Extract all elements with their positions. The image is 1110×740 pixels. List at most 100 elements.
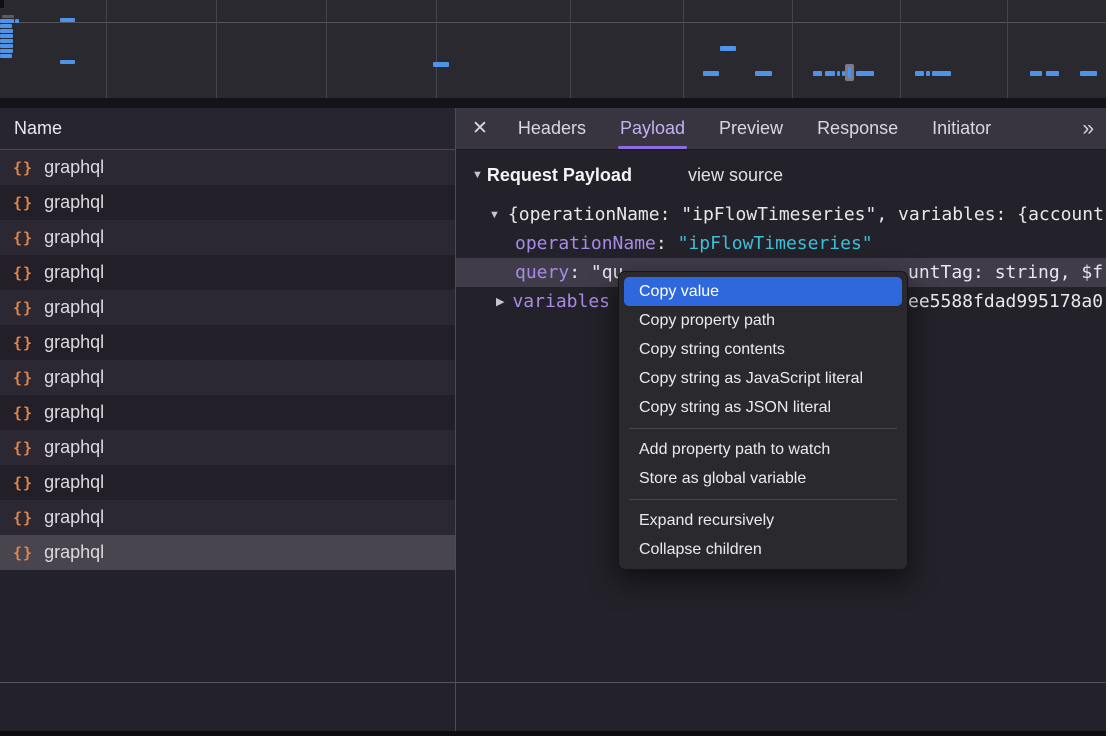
json-icon: {}	[13, 369, 33, 387]
menu-item-copy-string-contents[interactable]: Copy string contents	[624, 335, 902, 364]
json-icon: {}	[13, 194, 33, 212]
timeline-request-bar	[932, 71, 951, 76]
overview-timeline[interactable]	[0, 0, 1106, 98]
timeline-request-bar	[755, 71, 772, 76]
network-panel-body: Name {}graphql{}graphql{}graphql{}graphq…	[0, 108, 1106, 731]
menu-item-copy-string-as-json-literal[interactable]: Copy string as JSON literal	[624, 393, 902, 422]
json-icon: {}	[13, 229, 33, 247]
menu-separator	[629, 428, 897, 429]
request-row[interactable]: {} graphql	[0, 220, 455, 255]
timeline-request-bar	[0, 19, 14, 23]
payload-text: operationName	[515, 233, 656, 254]
timeline-gridline	[436, 0, 437, 98]
timeline-request-bar	[915, 71, 924, 76]
payload-text: :	[656, 233, 678, 254]
collapse-triangle-icon[interactable]: ▼	[472, 169, 483, 181]
timeline-request-bar	[813, 71, 822, 76]
tab-headers[interactable]: Headers	[518, 108, 586, 149]
payload-text: {operationName: "ipFlowTimeseries", vari…	[508, 204, 1104, 225]
menu-item-add-property-path-to-watch[interactable]: Add property path to watch	[624, 435, 902, 464]
menu-item-copy-property-path[interactable]: Copy property path	[624, 306, 902, 335]
timeline-gridline	[570, 0, 571, 98]
request-row[interactable]: {} graphql	[0, 360, 455, 395]
payload-tree-row[interactable]: ▼ {operationName: "ipFlowTimeseries", var…	[456, 200, 1106, 229]
request-row[interactable]: {} graphql	[0, 465, 455, 500]
request-name: graphql	[44, 437, 104, 458]
name-column-label: Name	[14, 118, 62, 139]
request-name: graphql	[44, 472, 104, 493]
request-row[interactable]: {}graphql	[0, 430, 455, 465]
context-menu: Copy valueCopy property pathCopy string …	[618, 271, 908, 570]
request-name: graphql	[44, 367, 104, 388]
timeline-request-bar	[2, 15, 14, 18]
menu-item-store-as-global-variable[interactable]: Store as global variable	[624, 464, 902, 493]
summary-divider	[0, 682, 1106, 683]
request-row[interactable]: {} graphql	[0, 150, 455, 185]
timeline-request-bar	[0, 39, 13, 43]
request-list: {} graphql {} graphql {} graphql {} graphql {} gr…	[0, 150, 455, 570]
timeline-request-bar	[720, 46, 736, 51]
bottom-strip	[0, 731, 1106, 736]
more-tabs-icon[interactable]: »	[1082, 117, 1092, 141]
menu-item-collapse-children[interactable]: Collapse children	[624, 535, 902, 564]
timeline-marker-bar	[848, 67, 851, 78]
timeline-gridline	[1007, 0, 1008, 98]
timeline-request-bar	[1046, 71, 1059, 76]
request-name: graphql	[44, 262, 104, 283]
payload-tree-row[interactable]: operationName: "ipFlowTimeseries"	[456, 229, 1106, 258]
json-icon: {}	[13, 474, 33, 492]
menu-item-copy-string-as-javascript-literal[interactable]: Copy string as JavaScript literal	[624, 364, 902, 393]
timeline-request-bar	[1080, 71, 1097, 76]
pane-divider[interactable]	[455, 108, 456, 731]
payload-text-fragment: untTag: string, $f	[908, 258, 1103, 287]
menu-item-expand-recursively[interactable]: Expand recursively	[624, 506, 902, 535]
tab-preview[interactable]: Preview	[719, 108, 783, 149]
timeline-request-bar	[15, 19, 19, 23]
json-icon: {}	[13, 509, 33, 527]
request-row[interactable]: {}graphql	[0, 535, 455, 570]
request-row[interactable]: {} graphql	[0, 500, 455, 535]
payload-text: variables	[512, 291, 610, 312]
detail-tabbar: ✕ Headers Payload Preview Response Initiator…	[456, 108, 1106, 150]
request-payload-section-header: ▼ Request Payload view source	[456, 150, 1106, 200]
devtools-window: Name {}graphql{}graphql{}graphql{}graphq…	[0, 0, 1106, 736]
timeline-marker[interactable]	[845, 64, 854, 81]
tab-initiator[interactable]: Initiator	[932, 108, 991, 149]
request-row[interactable]: {}graphql	[0, 290, 455, 325]
request-row[interactable]: {}graphql	[0, 325, 455, 360]
view-source-button[interactable]: view source	[688, 165, 783, 186]
payload-text: "ipFlowTimeseries"	[678, 233, 873, 254]
expand-triangle-icon[interactable]: ▶	[496, 288, 504, 317]
timeline-request-bar	[433, 62, 449, 67]
request-row[interactable]: {}graphql	[0, 185, 455, 220]
section-title: Request Payload	[487, 165, 632, 186]
menu-item-copy-value[interactable]: Copy value	[624, 277, 902, 306]
timeline-gridline	[683, 0, 684, 98]
json-icon: {}	[13, 334, 33, 352]
timeline-gridline	[326, 0, 327, 98]
timeline-request-bar	[0, 29, 13, 33]
request-row[interactable]: {}graphql	[0, 395, 455, 430]
timeline-request-bar	[703, 71, 719, 76]
devtools-screenshot: Name {}graphql{}graphql{}graphql{}graphq…	[0, 0, 1110, 740]
request-name: graphql	[44, 542, 104, 563]
payload-text: :	[569, 262, 591, 283]
timeline-request-bar	[842, 71, 845, 76]
request-name: graphql	[44, 507, 104, 528]
timeline-gridline	[900, 0, 901, 98]
tab-payload[interactable]: Payload	[620, 108, 685, 149]
request-name: graphql	[44, 157, 104, 178]
collapse-triangle-icon[interactable]: ▼	[489, 201, 500, 230]
tab-response[interactable]: Response	[817, 108, 898, 149]
close-icon[interactable]: ✕	[472, 117, 488, 140]
json-icon: {}	[13, 159, 33, 177]
request-row[interactable]: {} graphql	[0, 255, 455, 290]
payload-text: query	[515, 262, 569, 283]
timeline-request-bar	[0, 34, 13, 38]
name-column-header[interactable]: Name	[0, 108, 455, 150]
request-name: graphql	[44, 227, 104, 248]
request-name: graphql	[44, 297, 104, 318]
tab-list: Headers Payload Preview Response Initiator	[518, 108, 1025, 149]
json-icon: {}	[13, 264, 33, 282]
timeline-request-bar	[856, 71, 874, 76]
